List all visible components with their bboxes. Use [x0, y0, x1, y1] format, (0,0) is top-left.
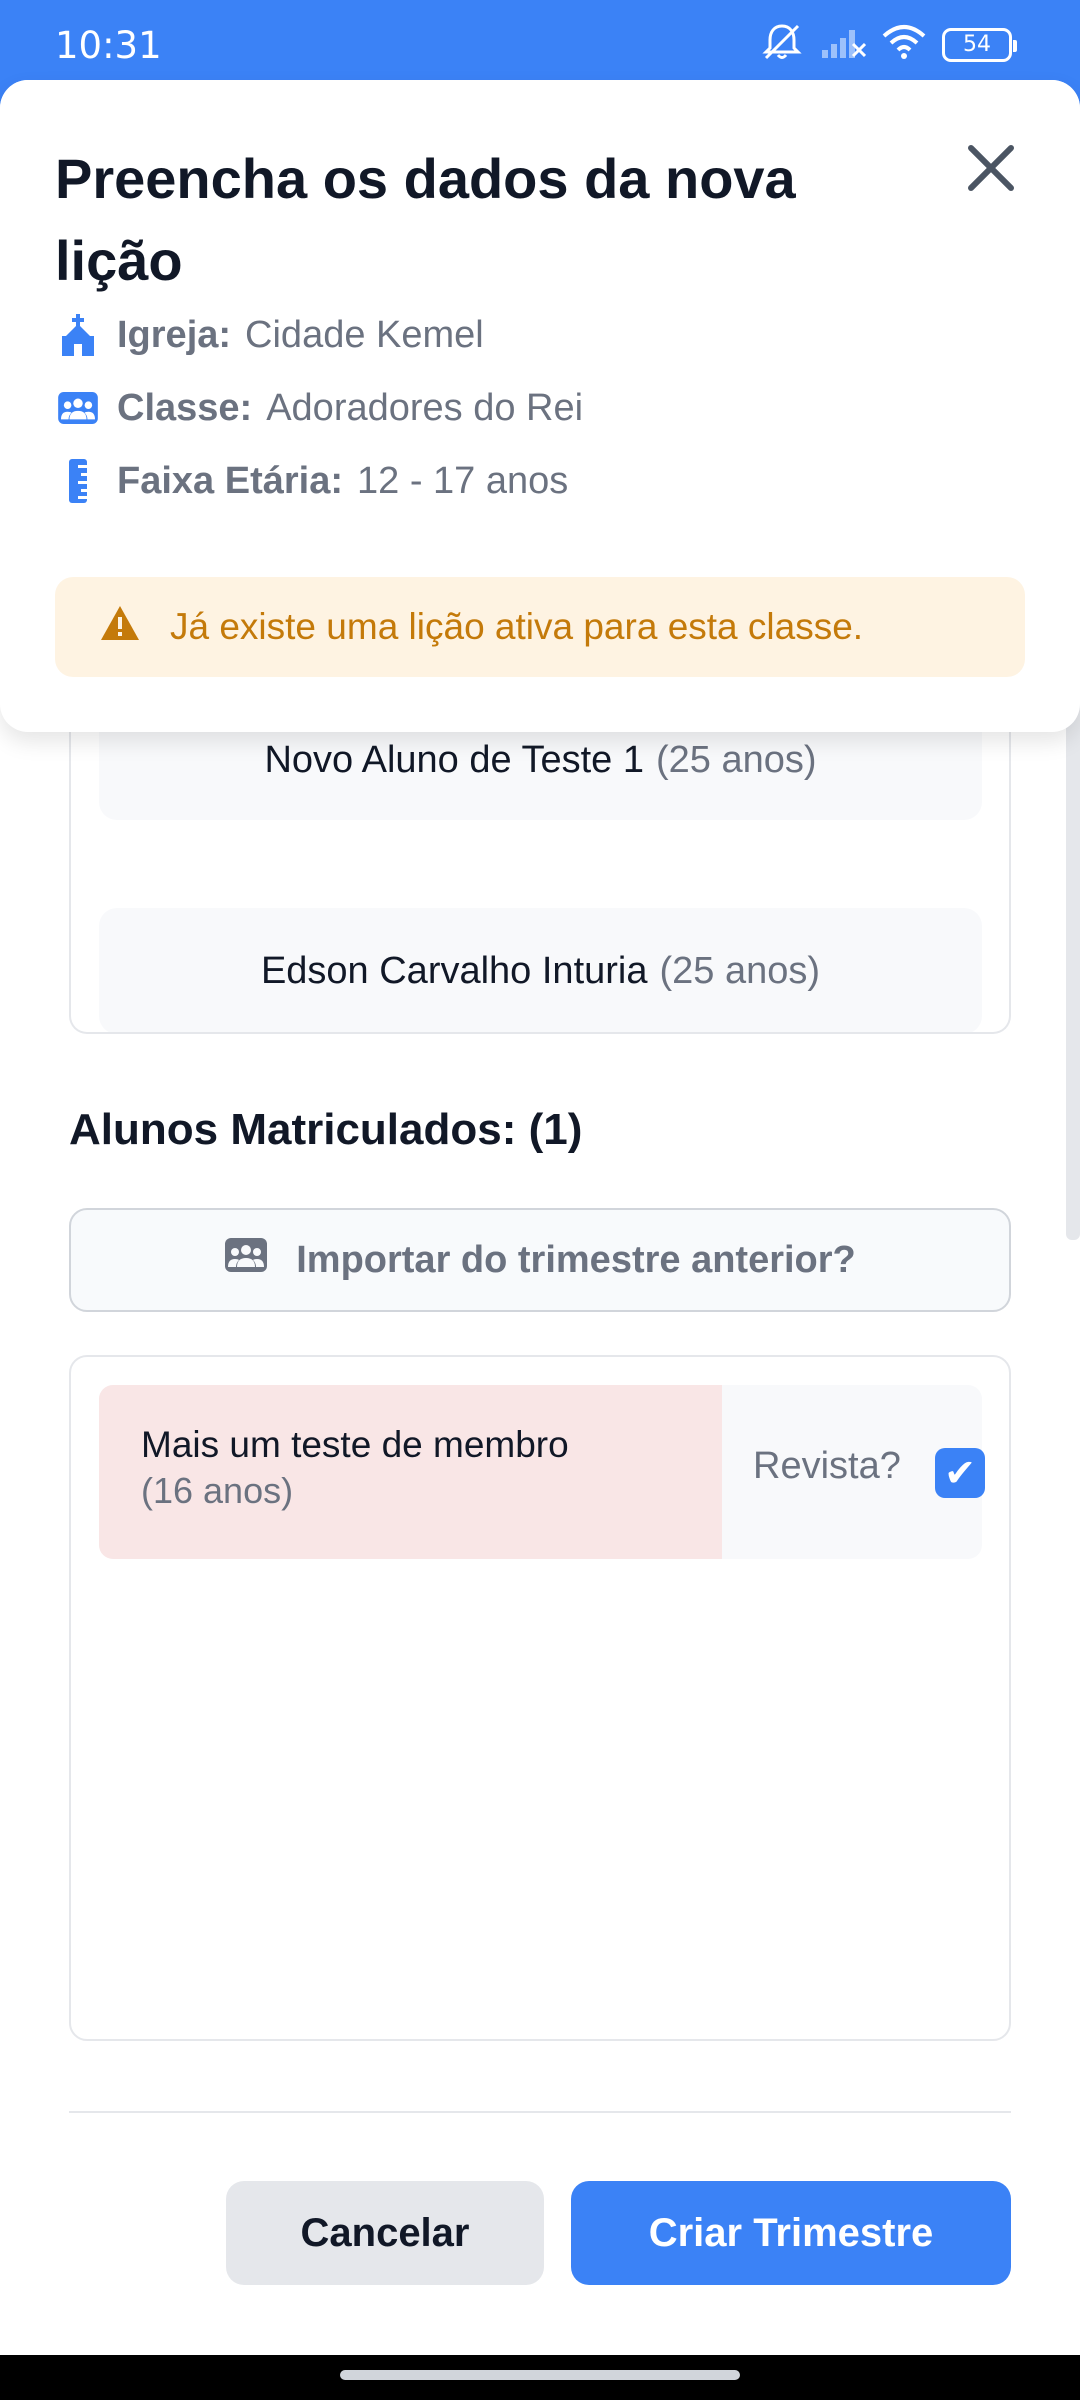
- footer-divider: [69, 2111, 1011, 2113]
- member-info: Mais um teste de membro (16 anos): [99, 1385, 722, 1559]
- available-students-list[interactable]: Novo Aluno de Teste 1 (25 anos) Edson Ca…: [69, 690, 1011, 1034]
- cancel-button[interactable]: Cancelar: [226, 2181, 544, 2285]
- group-icon: [224, 1237, 268, 1283]
- home-handle[interactable]: [340, 2370, 740, 2380]
- group-icon: [55, 385, 101, 431]
- system-nav-bar: [0, 2355, 1080, 2400]
- student-name: Edson Carvalho Inturia: [260, 949, 648, 992]
- status-bar: 10:31 54: [0, 0, 1080, 80]
- member-age: (16 anos): [141, 1470, 294, 1511]
- status-icons: 54: [760, 22, 1017, 67]
- member-name: Mais um teste de membro: [141, 1424, 569, 1465]
- close-button[interactable]: [963, 140, 1019, 196]
- import-label: Importar do trimestre anterior?: [296, 1238, 856, 1281]
- status-time: 10:31: [55, 24, 162, 67]
- revista-checkbox[interactable]: ✔: [935, 1448, 985, 1498]
- student-age: (25 anos): [656, 738, 817, 781]
- battery-icon: 54: [942, 27, 1017, 62]
- list-item[interactable]: Edson Carvalho Inturia (25 anos): [99, 908, 982, 1032]
- close-icon: [968, 145, 1014, 191]
- wifi-icon: [882, 24, 926, 65]
- info-value: Adoradores do Rei: [266, 386, 584, 429]
- header-card: Preencha os dados da nova lição Igreja: …: [0, 80, 1080, 732]
- info-value: Cidade Kemel: [245, 313, 484, 356]
- import-previous-button[interactable]: Importar do trimestre anterior?: [69, 1208, 1011, 1312]
- warning-icon: [100, 605, 140, 650]
- mute-icon: [760, 22, 804, 67]
- enrolled-students-list[interactable]: Mais um teste de membro (16 anos) Revist…: [69, 1355, 1011, 2041]
- active-lesson-warning: Já existe uma lição ativa para esta clas…: [55, 577, 1025, 677]
- info-class: Classe: Adoradores do Rei: [55, 385, 583, 431]
- create-trimester-button[interactable]: Criar Trimestre: [571, 2181, 1011, 2285]
- warning-text: Já existe uma lição ativa para esta clas…: [170, 606, 864, 647]
- ruler-icon: [55, 458, 101, 504]
- revista-label: Revista?: [753, 1445, 901, 1487]
- info-value: 12 - 17 anos: [357, 459, 569, 502]
- student-name: Novo Aluno de Teste 1: [264, 738, 645, 781]
- check-icon: ✔: [944, 1452, 976, 1495]
- info-age-range: Faixa Etária: 12 - 17 anos: [55, 458, 568, 504]
- info-label: Igreja:: [117, 313, 232, 356]
- church-icon: [55, 312, 101, 358]
- info-label: Faixa Etária:: [117, 459, 343, 502]
- enrolled-member-row[interactable]: Mais um teste de membro (16 anos) Revist…: [99, 1385, 985, 1559]
- page-title: Preencha os dados da nova lição: [55, 147, 796, 292]
- enrolled-title: Alunos Matriculados: (1): [69, 1105, 583, 1154]
- signal-icon: [820, 24, 867, 65]
- info-label: Classe:: [117, 386, 253, 429]
- student-age: (25 anos): [659, 949, 821, 992]
- info-church: Igreja: Cidade Kemel: [55, 312, 484, 358]
